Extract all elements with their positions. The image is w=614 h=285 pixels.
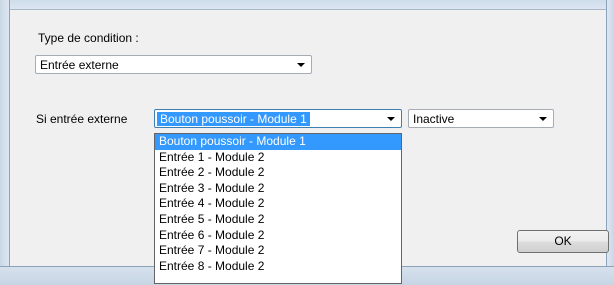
dropdown-item[interactable]: Bouton poussoir - Module 1 [155,134,401,150]
dropdown-item[interactable]: Entrée 4 - Module 2 [155,196,401,212]
window-left-frame [0,0,10,284]
dropdown-item[interactable]: Entrée 1 - Module 2 [155,150,401,166]
dropdown-item[interactable]: Entrée 6 - Module 2 [155,228,401,244]
external-state-value: Inactive [413,112,455,126]
dropdown-item[interactable]: Entrée 3 - Module 2 [155,181,401,197]
dropdown-item[interactable]: Entrée 8 - Module 2 [155,259,401,275]
chevron-down-icon[interactable] [387,117,395,121]
window-top-frame [0,0,614,9]
external-state-select[interactable]: Inactive [408,109,554,128]
condition-type-label: Type de condition : [38,31,139,45]
external-input-label: Si entrée externe [36,112,128,126]
dropdown-item[interactable]: Entrée 7 - Module 2 [155,243,401,259]
chevron-down-icon[interactable] [539,117,547,121]
condition-type-select[interactable]: Entrée externe [35,55,312,74]
external-input-dropdown-list[interactable]: Bouton poussoir - Module 1 Entrée 1 - Mo… [154,133,402,284]
external-input-select[interactable]: Bouton poussoir - Module 1 [154,109,402,128]
dropdown-item[interactable]: Entrée 2 - Module 2 [155,165,401,181]
condition-type-value: Entrée externe [40,58,119,72]
dropdown-item[interactable]: Entrée 5 - Module 2 [155,212,401,228]
chevron-down-icon[interactable] [297,63,305,67]
ok-button[interactable]: OK [517,230,609,253]
external-input-value: Bouton poussoir - Module 1 [157,112,310,126]
